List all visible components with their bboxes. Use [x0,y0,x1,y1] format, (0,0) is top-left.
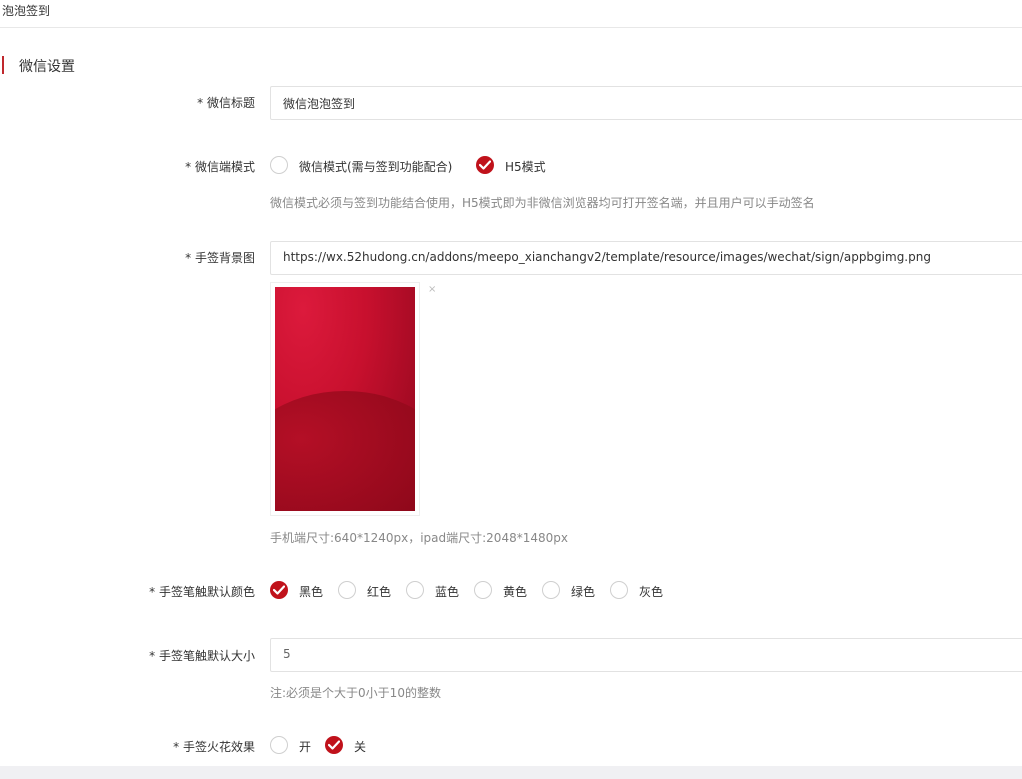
sparkle-label: * 手签火花效果 [173,740,255,754]
wechat-title-value: 微信泡泡签到 [283,97,356,111]
radio-label: 微信模式(需与签到功能配合) [299,160,453,174]
pen-size-input[interactable]: 5 [270,638,1022,672]
close-icon[interactable]: × [428,284,436,295]
radio-checked-circle[interactable] [270,581,288,599]
section-accent-bar [2,56,4,74]
pen-size-label: * 手签笔触默认大小 [149,649,255,663]
sign-bg-url-value: https://wx.52hudong.cn/addons/meepo_xian… [283,250,931,264]
wechat-title-input[interactable]: 微信泡泡签到 [270,86,1022,120]
check-icon [328,740,340,750]
radio-circle[interactable] [338,581,356,599]
sign-bg-url-input[interactable]: https://wx.52hudong.cn/addons/meepo_xian… [270,241,1022,275]
image-fabric-area [275,391,415,511]
radio-circle[interactable] [406,581,424,599]
wechat-mode-label: * 微信端模式 [185,160,255,174]
pen-size-value: 5 [283,647,291,661]
pen-color-label: * 手签笔触默认颜色 [149,585,255,599]
sign-bg-thumbnail[interactable] [270,282,420,516]
radio-circle[interactable] [270,736,288,754]
section-title: 微信设置 [19,59,75,75]
radio-circle[interactable] [542,581,560,599]
wechat-mode-hint: 微信模式必须与签到功能结合使用，H5模式即为非微信浏览器均可打开签名端，并且用户… [270,196,815,210]
radio-label: 绿色 [571,585,596,599]
top-bar: 泡泡签到 [0,0,1022,28]
pen-size-hint: 注:必须是个大于0小于10的整数 [270,686,441,700]
check-icon [273,585,285,595]
radio-label: 灰色 [639,585,664,599]
radio-circle[interactable] [474,581,492,599]
radio-label: 红色 [367,585,392,599]
page-title: 泡泡签到 [2,4,51,18]
sign-bg-label: * 手签背景图 [185,251,255,265]
radio-label: 黄色 [503,585,528,599]
radio-label: H5模式 [505,160,546,174]
radio-circle[interactable] [610,581,628,599]
radio-circle[interactable] [270,156,288,174]
radio-checked-circle[interactable] [325,736,343,754]
bottom-bar [0,766,1022,779]
radio-checked-circle[interactable] [476,156,494,174]
radio-label: 开 [299,740,312,754]
sign-bg-hint: 手机端尺寸:640*1240px，ipad端尺寸:2048*1480px [270,531,568,545]
radio-label: 蓝色 [435,585,460,599]
radio-label: 黑色 [299,585,324,599]
sign-bg-image [275,287,415,511]
wechat-title-label: * 微信标题 [197,96,255,110]
radio-label: 关 [354,740,367,754]
check-icon [479,160,491,170]
